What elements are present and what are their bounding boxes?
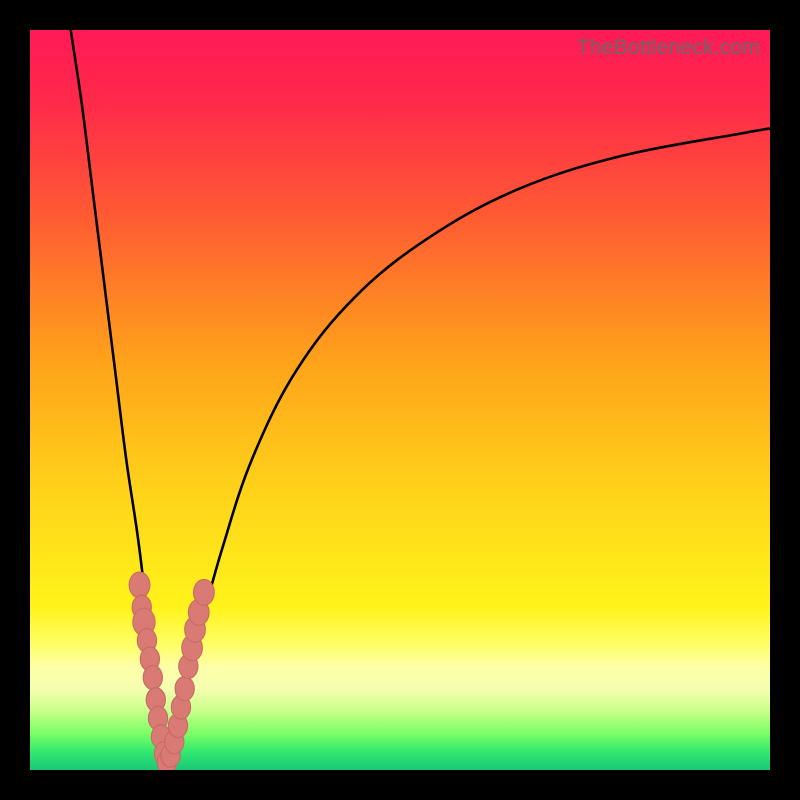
curves-layer bbox=[30, 30, 770, 770]
data-marker bbox=[143, 665, 162, 689]
marker-cluster bbox=[129, 572, 214, 770]
watermark-text: TheBottleneck.com bbox=[577, 36, 760, 60]
outer-frame: TheBottleneck.com bbox=[0, 0, 800, 800]
plot-area: TheBottleneck.com bbox=[30, 30, 770, 770]
data-marker bbox=[129, 572, 150, 598]
right-curve bbox=[165, 128, 770, 758]
data-marker bbox=[175, 677, 194, 701]
data-marker bbox=[194, 579, 215, 605]
